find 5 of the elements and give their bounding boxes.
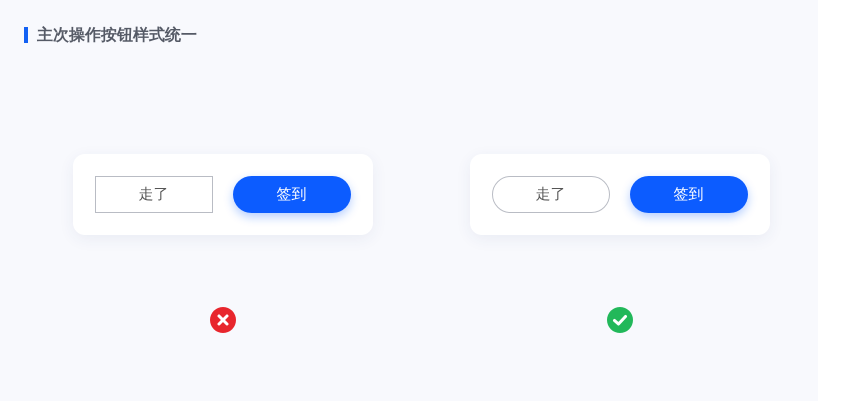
page-title: 主次操作按钮样式统一 <box>37 24 197 46</box>
primary-button[interactable]: 签到 <box>232 176 350 213</box>
secondary-button[interactable]: 走了 <box>94 176 212 213</box>
primary-button[interactable]: 签到 <box>630 176 748 213</box>
secondary-button[interactable]: 走了 <box>492 176 610 213</box>
